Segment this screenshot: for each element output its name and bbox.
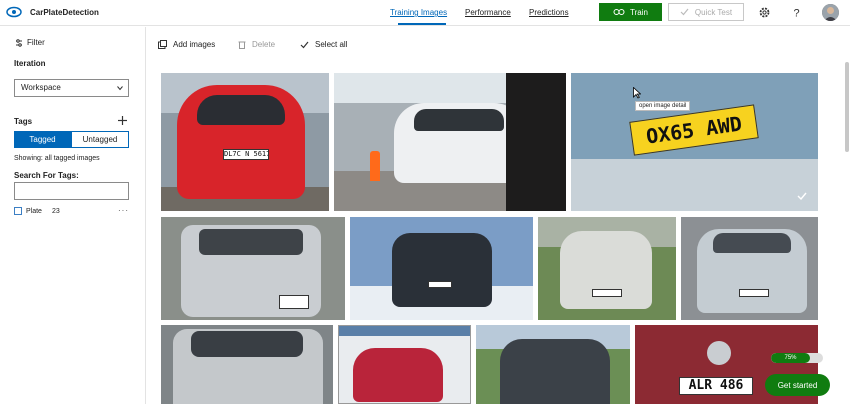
train-button[interactable]: Train — [599, 3, 662, 21]
tag-item-plate[interactable]: Plate 23 — [14, 207, 60, 215]
tab-predictions[interactable]: Predictions — [529, 8, 569, 17]
license-plate: DL7C N 5617 — [223, 149, 269, 160]
search-tags-input[interactable] — [14, 182, 129, 200]
setup-progress-bar: 75% — [771, 353, 823, 363]
app-title: CarPlateDetection — [30, 8, 99, 17]
settings-gear-icon[interactable] — [758, 6, 771, 19]
image-tile-10[interactable] — [476, 325, 630, 404]
trash-icon — [238, 41, 246, 49]
image-tile-6[interactable] — [538, 217, 676, 320]
iteration-value: Workspace — [21, 83, 61, 92]
filter-button[interactable]: Filter — [15, 38, 45, 47]
tags-title: Tags — [14, 117, 33, 126]
search-tags-label: Search For Tags: — [14, 171, 79, 180]
chevron-down-icon — [117, 86, 123, 91]
mouse-cursor-icon — [633, 87, 641, 99]
image-tile-7[interactable] — [681, 217, 818, 320]
selected-check-icon[interactable] — [797, 192, 807, 200]
eye-logo-icon[interactable] — [6, 6, 22, 18]
add-images-button[interactable]: Add images — [158, 40, 215, 49]
untagged-toggle[interactable]: Untagged — [71, 131, 129, 148]
image-tooltip: open image detail — [635, 101, 691, 111]
license-plate: ALR 486 — [679, 377, 753, 395]
top-bar: CarPlateDetection Training Images Perfor… — [0, 0, 850, 26]
add-images-label: Add images — [173, 40, 216, 49]
image-tile-8[interactable] — [161, 325, 333, 404]
image-tile-4[interactable] — [161, 217, 345, 320]
scrollbar[interactable] — [845, 62, 849, 152]
gears-icon — [613, 9, 625, 15]
image-tile-3[interactable]: OX65 AWD — [571, 73, 818, 211]
image-tile-2[interactable] — [334, 73, 566, 211]
progress-label: 75% — [784, 355, 797, 361]
quick-test-button[interactable]: Quick Test — [668, 3, 744, 21]
image-tile-1[interactable]: DL7C N 5617 — [161, 73, 329, 211]
select-all-label: Select all — [315, 40, 348, 49]
train-label: Train — [630, 7, 648, 17]
tag-more-options-icon[interactable]: ··· — [118, 206, 129, 215]
quick-test-label: Quick Test — [694, 7, 733, 17]
select-all-button[interactable]: Select all — [300, 40, 347, 49]
get-started-button[interactable]: Get started — [765, 374, 830, 396]
tab-training-images[interactable]: Training Images — [390, 8, 447, 17]
sidebar: Filter Iteration Workspace Tags Tagged U… — [0, 27, 146, 404]
tag-count: 23 — [51, 207, 60, 215]
filter-label: Filter — [27, 38, 45, 47]
svg-text:?: ? — [793, 8, 799, 20]
tag-name: Plate — [26, 207, 42, 215]
help-icon[interactable]: ? — [790, 6, 803, 20]
iteration-select[interactable]: Workspace — [14, 79, 129, 97]
active-tab-indicator — [398, 23, 446, 25]
iteration-title: Iteration — [14, 59, 46, 68]
delete-button[interactable]: Delete — [238, 40, 275, 49]
showing-text: Showing: all tagged images — [14, 155, 100, 162]
tagged-toggle[interactable]: Tagged — [14, 131, 71, 148]
add-images-icon — [158, 40, 167, 49]
image-tile-9[interactable] — [338, 325, 471, 404]
select-all-check-icon — [300, 41, 309, 48]
add-tag-icon[interactable] — [118, 116, 127, 125]
filter-icon — [16, 38, 22, 47]
delete-label: Delete — [252, 40, 276, 49]
checkmark-icon — [680, 8, 689, 16]
tab-performance[interactable]: Performance — [465, 8, 511, 17]
user-avatar[interactable] — [822, 4, 839, 21]
image-tile-5[interactable] — [350, 217, 533, 320]
tag-checkbox[interactable] — [14, 207, 22, 215]
